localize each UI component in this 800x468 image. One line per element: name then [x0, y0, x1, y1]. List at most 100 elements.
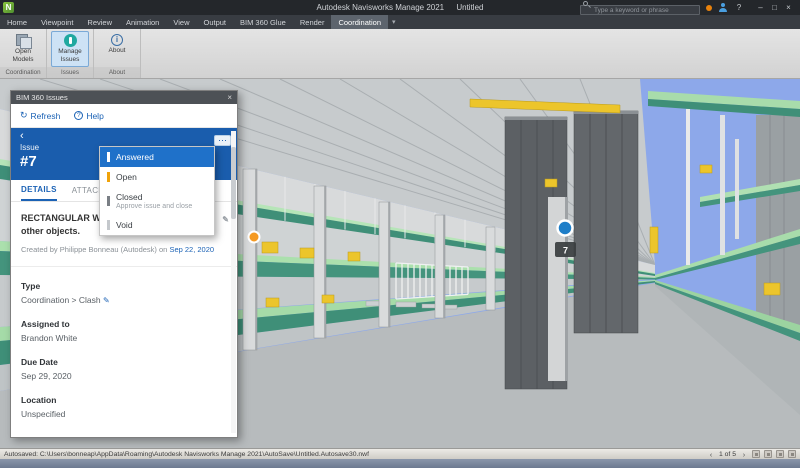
open-models-button[interactable]: Open Models: [4, 31, 42, 67]
status-icon[interactable]: [788, 450, 796, 458]
about-label: About: [109, 47, 126, 55]
panel-close-icon[interactable]: ×: [227, 93, 232, 102]
status-option-void[interactable]: Void: [100, 215, 214, 235]
status-color-chip: [107, 220, 110, 230]
created-date: Sep 22, 2020: [169, 245, 214, 254]
sheet-pagination: 1 of 5: [719, 451, 736, 458]
bim360-issues-panel: BIM 360 Issues × ↻ Refresh ? Help ‹ Issu…: [10, 90, 238, 438]
notification-icon[interactable]: [706, 5, 712, 11]
issue-marker-blue[interactable]: [558, 221, 573, 236]
status-option-label: Void: [116, 220, 133, 230]
help-label: Help: [86, 111, 103, 121]
tab-review[interactable]: Review: [80, 15, 119, 29]
open-models-label1: Open: [15, 48, 31, 56]
status-option-answered[interactable]: Answered: [100, 147, 214, 167]
close-button[interactable]: ×: [782, 3, 795, 12]
autosave-path: Autosaved: C:\Users\bonneap\AppData\Roam…: [4, 451, 369, 458]
minimize-button[interactable]: –: [754, 3, 767, 12]
tab-viewpoint[interactable]: Viewpoint: [34, 15, 80, 29]
status-overflow-button[interactable]: ⋯: [214, 135, 231, 146]
right-mullion: [686, 109, 690, 265]
status-option-open[interactable]: Open: [100, 167, 214, 187]
status-icon[interactable]: [776, 450, 784, 458]
right-mullion: [720, 115, 725, 255]
field-assigned-label: Assigned to: [21, 319, 227, 329]
ribbon-group-label-about: About: [94, 67, 140, 78]
field-location-value: Unspecified: [21, 409, 227, 419]
field-type-label: Type: [21, 281, 227, 291]
right-mullion: [735, 139, 739, 239]
prev-sheet-icon[interactable]: ‹: [707, 450, 715, 459]
status-dropdown: Answered Open Closed Approve issue and c…: [99, 146, 215, 236]
title-bar: N Autodesk Navisworks Manage 2021 Untitl…: [0, 0, 800, 15]
ribbon: Open Models Coordination Manage Issues I…: [0, 29, 800, 79]
right-wall: [756, 115, 800, 329]
status-icon[interactable]: [752, 450, 760, 458]
about-button[interactable]: About: [98, 31, 136, 67]
created-by-line: Created by Philippe Bonneau (Autodesk) o…: [11, 241, 237, 267]
tab-coordination[interactable]: Coordination: [331, 15, 388, 29]
field-assigned-to: Assigned to Brandon White: [11, 305, 237, 343]
ribbon-group-issues: Manage Issues Issues: [47, 29, 94, 78]
tab-animation[interactable]: Animation: [119, 15, 166, 29]
edit-description-icon[interactable]: ✎: [222, 214, 229, 225]
manage-issues-button[interactable]: Manage Issues: [51, 31, 89, 67]
panel-title: BIM 360 Issues: [16, 93, 68, 102]
ribbon-group-label-coordination: Coordination: [0, 67, 46, 78]
maximize-button[interactable]: □: [768, 3, 781, 12]
status-color-chip: [107, 172, 110, 182]
status-bar: Autosaved: C:\Users\bonneap\AppData\Roam…: [0, 448, 800, 459]
search-icon: [583, 1, 588, 6]
manage-issues-label1: Manage: [58, 48, 82, 56]
bottom-edge: [0, 459, 800, 468]
issue-marker-number: 7: [563, 246, 568, 256]
chevron-down-icon[interactable]: ▾: [388, 15, 400, 29]
panel-scrollbar[interactable]: [231, 131, 236, 433]
status-option-subtext: Approve issue and close: [116, 203, 192, 210]
refresh-button[interactable]: ↻ Refresh: [20, 110, 60, 121]
issue-marker-tag[interactable]: 7: [555, 242, 576, 257]
help-circle-icon: ?: [74, 111, 83, 120]
manage-issues-label2: Issues: [61, 56, 80, 64]
ribbon-group-about: About About: [94, 29, 141, 78]
next-sheet-icon[interactable]: ›: [740, 450, 748, 459]
issue-marker-orange[interactable]: [249, 232, 260, 243]
tab-render[interactable]: Render: [293, 15, 332, 29]
tab-output[interactable]: Output: [196, 15, 233, 29]
scrollbar-thumb[interactable]: [231, 147, 236, 219]
help-icon[interactable]: ?: [734, 3, 744, 12]
tab-details[interactable]: DETAILS: [21, 180, 57, 201]
created-by-text: Created by Philippe Bonneau (Autodesk) o…: [21, 245, 169, 254]
tab-home[interactable]: Home: [0, 15, 34, 29]
app-name: Autodesk Navisworks Manage 2021: [317, 3, 445, 12]
manage-issues-icon: [64, 34, 77, 47]
panel-toolbar: ↻ Refresh ? Help: [11, 104, 237, 128]
status-option-label: Answered: [116, 152, 154, 162]
search-box: [580, 0, 700, 17]
field-due-date-label: Due Date: [21, 357, 227, 367]
field-location: Location Unspecified: [11, 381, 237, 419]
status-option-label: Open: [116, 172, 137, 182]
refresh-icon: ↻: [20, 110, 28, 121]
status-option-closed[interactable]: Closed Approve issue and close: [100, 187, 214, 215]
field-type: Type Coordination > Clash ✎: [11, 267, 237, 305]
app-logo-icon[interactable]: N: [3, 2, 14, 13]
document-name: Untitled: [456, 3, 483, 12]
panel-title-bar[interactable]: BIM 360 Issues ×: [11, 91, 237, 104]
back-icon[interactable]: ‹: [20, 131, 228, 141]
status-color-chip: [107, 152, 110, 162]
account-icon[interactable]: [718, 3, 728, 12]
tab-view[interactable]: View: [166, 15, 196, 29]
edit-type-icon[interactable]: ✎: [103, 296, 110, 305]
tab-bim360-glue[interactable]: BIM 360 Glue: [233, 15, 293, 29]
field-location-label: Location: [21, 395, 227, 405]
search-input[interactable]: [580, 5, 700, 15]
open-models-label2: Models: [13, 56, 34, 64]
help-button[interactable]: ? Help: [74, 111, 103, 121]
ribbon-group-coordination: Open Models Coordination: [0, 29, 47, 78]
ribbon-tab-bar: Home Viewpoint Review Animation View Out…: [0, 15, 800, 29]
status-option-label: Closed: [116, 192, 192, 202]
field-assigned-value: Brandon White: [21, 333, 227, 343]
status-icon[interactable]: [764, 450, 772, 458]
ribbon-group-label-issues: Issues: [47, 67, 93, 78]
